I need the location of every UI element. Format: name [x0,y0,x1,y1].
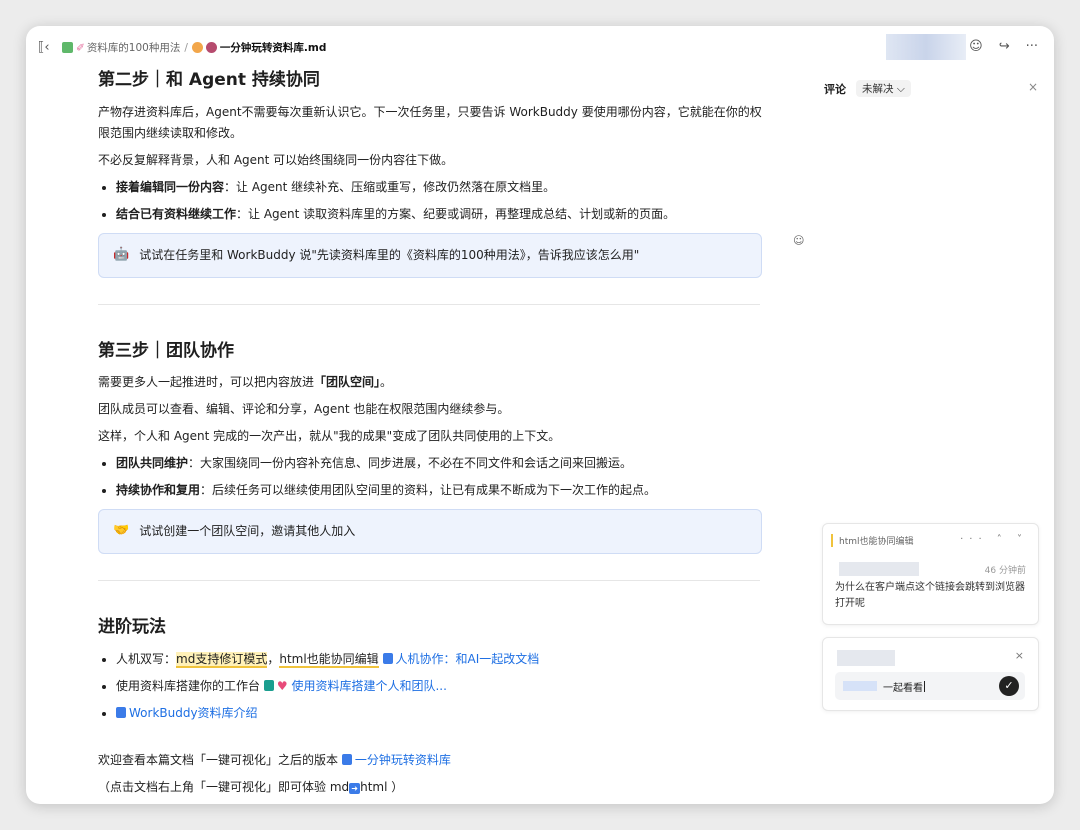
doc-icon [341,753,352,765]
reply-author-avatar [837,650,895,666]
breadcrumb: ✐ 资料库的100种用法 / 一分钟玩转资料库.md [62,40,326,55]
callout-text: 试试在任务里和 WorkBuddy 说"先读资料库里的《资料库的100种用法》，… [139,247,640,262]
library-icon [62,42,73,53]
comment-timestamp: 46 分钟前 [984,566,1026,576]
list-item: 使用资料库搭建你的工作台 ♥ 使用资料库搭建个人和团队... [116,676,768,697]
text-cursor [924,680,925,692]
breadcrumb-parent[interactable]: 资料库的100种用法 [87,40,181,55]
heart-icon: ♥ [276,678,288,693]
comments-panel-header: 评论 未解决 ⌵ [824,80,911,97]
comment-body: 为什么在客户端点这个链接会跳转到浏览器打开呢 [835,582,1025,609]
document-body: 第二步｜和 Agent 持续协同 产物存进资料库后，Agent不需要每次重新认识… [98,66,768,804]
comment-thread-card[interactable]: html也能协同编辑 ··· ˄ ˅ 46 分钟前 为什么在客户端点这个链接会跳… [822,523,1039,625]
link-library-intro[interactable]: WorkBuddy资料库介绍 [129,706,258,720]
list-item: WorkBuddy资料库介绍 [116,703,768,724]
list-item: 人机双写：md支持修订模式，html也能协同编辑 人机协作：和AI一起改文档 [116,649,768,670]
step3-list: 团队共同维护：大家围绕同一份内容补充信息、同步进展，不必在不同文件和会话之间来回… [98,453,768,501]
list-item: 持续协作和复用：后续任务可以继续使用团队空间里的资料，让已有成果不断成为下一次工… [116,480,768,501]
link-build-workspace[interactable]: 使用资料库搭建个人和团队... [291,679,446,693]
doc-icon [382,652,393,664]
step2-heading: 第二步｜和 Agent 持续协同 [98,70,320,90]
reply-input-text: 一起看看 [883,682,923,694]
breadcrumb-separator: / [184,41,188,54]
close-icon[interactable]: × [1015,649,1024,662]
step3-callout: 🤝 试试创建一个团队空间，邀请其他人加入 [98,509,762,554]
top-bar: ⟦‹ ✐ 资料库的100种用法 / 一分钟玩转资料库.md ☺ ↪ ··· [26,26,1054,70]
comment-thread-actions[interactable]: ··· ˄ ˅ [960,534,1028,545]
advanced-list: 人机双写：md支持修订模式，html也能协同编辑 人机协作：和AI一起改文档 使… [98,649,768,724]
app-window: ⟦‹ ✐ 资料库的100种用法 / 一分钟玩转资料库.md ☺ ↪ ··· 第二… [26,26,1054,804]
arrow-right-icon: ➜ [349,782,361,794]
footer-line-2: （点击文档右上角「一键可视化」即可体验 md ➜ html ） [98,779,404,794]
inline-comment-icon[interactable]: ☺ [793,234,804,247]
reply-card: × 一起看看 ✓ [822,637,1039,711]
reply-input[interactable]: 一起看看 ✓ [835,672,1025,700]
mention-chip [843,681,877,691]
comments-filter-dropdown[interactable]: 未解决 ⌵ [856,80,911,97]
list-item: 结合已有资料继续工作：让 Agent 读取资料库里的方案、纪要或调研，再整理成总… [116,204,768,225]
divider [98,580,760,581]
collapse-sidebar-icon[interactable]: ⟦‹ [38,40,50,55]
robot-icon: 🤖 [113,246,130,262]
comments-title: 评论 [824,82,846,96]
step3-para-3: 这样，个人和 Agent 完成的一次产出，就从"我的成果"变成了团队共同使用的上… [98,429,561,444]
handshake-icon: 🤝 [113,523,130,539]
brush-icon: ✐ [76,41,85,54]
list-item: 接着编辑同一份内容：让 Agent 继续补充、压缩或重写，修改仍然落在原文档里。 [116,177,768,198]
doc-icon [116,706,126,718]
callout-text: 试试创建一个团队空间，邀请其他人加入 [139,524,356,539]
comment-icon[interactable]: ☺ [969,39,983,54]
comment-quote: html也能协同编辑 [831,534,914,547]
step3-heading: 第三步｜团队协作 [98,340,234,361]
hand-icon [191,42,203,53]
step3-para-2: 团队成员可以查看、编辑、评论和分享，Agent 也能在权限范围内继续参与。 [98,402,510,417]
commented-text[interactable]: html也能协同编辑 [279,651,379,668]
step3-para-1: 需要更多人一起推进时，可以把内容放进「团队空间」。 [98,375,393,390]
list-item: 团队共同维护：大家围绕同一份内容补充信息、同步进展，不必在不同文件和会话之间来回… [116,453,768,474]
divider [98,303,760,305]
breadcrumb-current: 一分钟玩转资料库.md [219,42,327,54]
markdown-icon [263,679,274,691]
footer-line-1: 欢迎查看本篇文档「一键可视化」之后的版本 一分钟玩转资料库 [98,752,451,767]
step2-para-2: 不必反复解释背景，人和 Agent 可以始终围绕同一份内容往下做。 [98,152,454,167]
step2-list: 接着编辑同一份内容：让 Agent 继续补充、压缩或重写，修改仍然落在原文档里。… [98,177,768,225]
highlighted-text[interactable]: md支持修订模式 [176,651,268,668]
send-button[interactable]: ✓ [999,676,1019,696]
link-visual-version[interactable]: 一分钟玩转资料库 [355,753,451,767]
advanced-heading: 进阶玩法 [98,617,166,637]
step2-callout: 🤖 试试在任务里和 WorkBuddy 说"先读资料库里的《资料库的100种用法… [98,232,762,278]
collaborator-avatars[interactable] [886,34,966,60]
step2-para-1: 产物存进资料库后，Agent不需要每次重新认识它。下一次任务里，只要告诉 Wor… [98,104,762,140]
link-human-ai-collab[interactable]: 人机协作：和AI一起改文档 [396,652,540,666]
robot-icon [205,42,217,53]
more-menu-button[interactable]: ··· [1026,39,1038,54]
comment-author-avatar [839,562,919,576]
share-icon[interactable]: ↪ [999,39,1010,54]
close-icon[interactable]: × [1028,80,1038,94]
